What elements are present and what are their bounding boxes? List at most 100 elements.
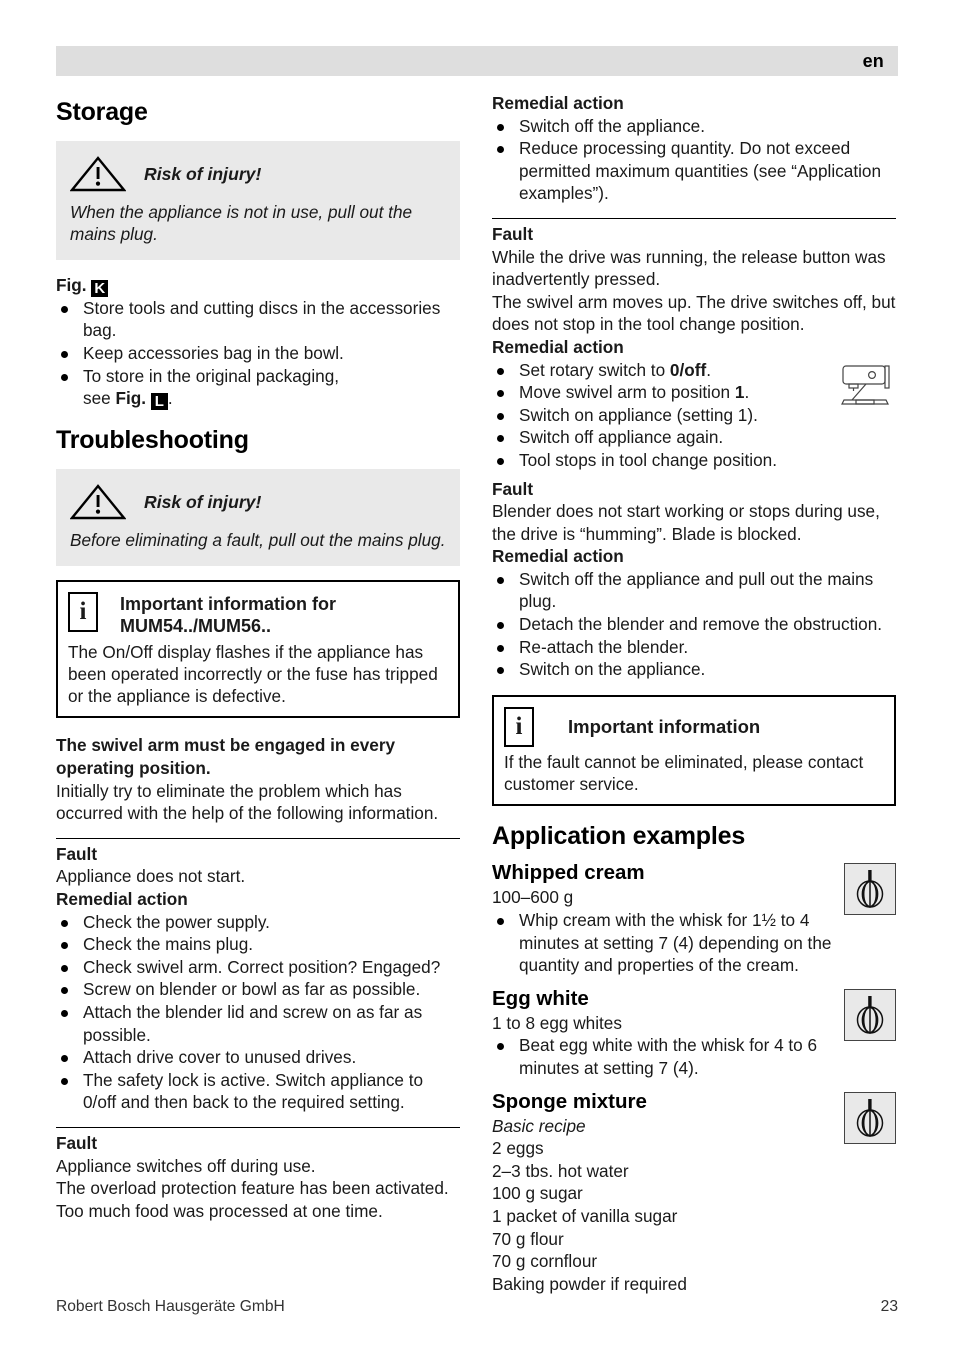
list-item: Attach drive cover to unused drives. <box>56 1046 460 1069</box>
list-item: Keep accessories bag in the bowl. <box>56 342 460 365</box>
left-column: Storage Risk of injury! When the applian… <box>56 92 460 1295</box>
fault-label-release: Fault <box>492 223 534 244</box>
page-title-storage: Storage <box>56 98 148 126</box>
info-box-title-line1: Important information for <box>120 593 336 614</box>
remedial-action-list-1: Check the power supply. Check the mains … <box>56 911 460 1114</box>
troubleshooting-warning-panel: Risk of injury! Before eliminating a fau… <box>56 469 460 566</box>
recipe-ingredient: 70 g flour <box>492 1228 564 1249</box>
fault-text-2b: The overload protection feature has been… <box>56 1178 449 1221</box>
info-box-title-line2: MUM54../MUM56.. <box>120 615 272 636</box>
recipe-ingredient: Baking powder if required <box>492 1273 687 1294</box>
list-item: Reduce processing quantity. Do not excee… <box>492 137 896 205</box>
recipe-whipped-cream: Whipped cream 100–600 g Whip cream with … <box>492 861 896 976</box>
fault-text-2: Appliance switches off during use. <box>56 1155 316 1176</box>
swivel-arm-body: Initially try to eliminate the problem w… <box>56 780 439 824</box>
list-item: Re-attach the blender. <box>492 636 896 659</box>
divider <box>492 217 896 219</box>
recipe-name-egg-white: Egg white <box>492 986 589 1010</box>
list-item: Tool stops in tool change position. <box>492 449 896 472</box>
list-item: Attach the blender lid and screw on as f… <box>56 1001 460 1046</box>
fault-text-blender: Blender does not start working or stops … <box>492 501 880 544</box>
troubleshooting-warning-header: Risk of injury! <box>70 483 446 521</box>
list-item: Switch off the appliance. <box>492 115 896 138</box>
list-item: Check the power supply. <box>56 911 460 934</box>
warning-triangle-icon <box>70 155 126 193</box>
troubleshooting-warning-body: Before eliminating a fault, pull out the… <box>70 530 446 551</box>
info-box-header: i Important information <box>504 706 882 747</box>
storage-fig-line: Fig. K <box>56 274 460 297</box>
list-item: Set rotary switch to 0/off. <box>492 359 896 382</box>
list-item: Switch on appliance (setting 1). <box>492 404 896 427</box>
storage-warning-title: Risk of injury! <box>144 163 262 184</box>
fault-text-release-2: The swivel arm moves up. The drive switc… <box>492 291 896 335</box>
info-box-header: i Important information for MUM54../MUM5… <box>68 591 446 637</box>
list-item-suffix: . <box>706 359 711 380</box>
storage-warning-body: When the appliance is not in use, pull o… <box>70 202 413 245</box>
whisk-icon <box>844 863 896 916</box>
recipe-name-whipped-cream: Whipped cream <box>492 861 645 885</box>
list-item-text: Move swivel arm to position <box>519 382 735 403</box>
list-item: Store tools and cutting discs in the acc… <box>56 297 460 342</box>
storage-fig-l-label: Fig. <box>115 388 147 409</box>
right-column: Remedial action Switch off the appliance… <box>492 92 896 1295</box>
list-item: The safety lock is active. Switch applia… <box>56 1069 460 1114</box>
document-page: en Storage Risk of injury! When the appl… <box>0 0 954 1352</box>
recipe-name-sponge-mixture: Sponge mixture <box>492 1089 647 1113</box>
footer-page-number: 23 <box>880 1298 898 1315</box>
page-footer: Robert Bosch Hausgeräte GmbH 23 <box>56 1298 898 1316</box>
info-box-body: The On/Off display flashes if the applia… <box>68 641 438 707</box>
recipe-steps-whipped-cream: Whip cream with the whisk for 1½ to 4 mi… <box>492 909 896 977</box>
list-item: Switch off the appliance and pull out th… <box>492 568 896 613</box>
list-item-text: Switch off appliance again. <box>519 427 724 448</box>
fault-label-blender: Fault <box>492 478 534 499</box>
whisk-icon-wrapper-1 <box>844 863 896 916</box>
storage-fig-l-suffix: . <box>167 388 173 409</box>
list-item: Detach the blender and remove the obstru… <box>492 613 896 636</box>
remedial-action-list-release: Set rotary switch to 0/off. Move swivel … <box>492 359 896 472</box>
two-column-body: Storage Risk of injury! When the applian… <box>56 92 898 1295</box>
page-title-application-examples: Application examples <box>492 822 746 851</box>
info-box-body: If the fault cannot be eliminated, pleas… <box>504 751 864 795</box>
warning-triangle-icon <box>70 483 126 521</box>
storage-warning-header: Risk of injury! <box>70 155 446 193</box>
page-header-bar: en <box>56 46 898 76</box>
list-item-emphasis: 0/off <box>669 359 707 380</box>
troubleshooting-warning-title: Risk of injury! <box>144 491 262 512</box>
remedial-action-label-1: Remedial action <box>56 889 188 910</box>
recipe-ingredient: 2 eggs <box>492 1138 544 1159</box>
whisk-icon <box>844 1091 896 1144</box>
storage-bullet-list: Store tools and cutting discs in the acc… <box>56 297 460 411</box>
page-title-troubleshooting: Troubleshooting <box>56 426 249 455</box>
footer-company: Robert Bosch Hausgeräte GmbH <box>56 1298 285 1315</box>
storage-warning-panel: Risk of injury! When the appliance is no… <box>56 141 460 260</box>
fault-label-2: Fault <box>56 1132 98 1153</box>
list-item: Screw on blender or bowl as far as possi… <box>56 978 460 1001</box>
recipe-sponge-mixture: Sponge mixture Basic recipe 2 eggs 2–3 t… <box>492 1090 896 1296</box>
recipe-ingredient: 1 packet of vanilla sugar <box>492 1205 678 1226</box>
list-item-text: To store in the original packaging, <box>83 365 340 386</box>
information-icon: i <box>504 706 534 747</box>
list-item-text: Set rotary switch to <box>519 359 670 380</box>
list-item: Switch off appliance again. <box>492 426 896 449</box>
info-box-title: Important information for MUM54../MUM56.… <box>120 592 336 637</box>
storage-fig-label: Fig. <box>56 274 87 295</box>
list-item-suffix: . <box>744 382 750 403</box>
list-item: Check swivel arm. Correct position? Enga… <box>56 956 460 979</box>
recipe-ingredient: 70 g cornflour <box>492 1251 598 1272</box>
info-box-title: Important information <box>568 716 761 738</box>
whisk-icon <box>844 988 896 1041</box>
important-information-box: i Important information If the fault can… <box>492 694 896 807</box>
list-item-text: Tool stops in tool change position. <box>519 449 777 470</box>
information-icon: i <box>68 591 98 632</box>
whisk-icon-wrapper-3 <box>844 1091 896 1144</box>
list-item: Move swivel arm to position 1. <box>492 381 896 404</box>
recipe-steps-egg-white: Beat egg white with the whisk for 4 to 6… <box>492 1034 896 1079</box>
language-indicator: en <box>862 50 884 71</box>
whisk-icon-wrapper-2 <box>844 988 896 1041</box>
remedial-action-label-top: Remedial action <box>492 93 624 113</box>
fault-text-1: Appliance does not start. <box>56 866 246 887</box>
list-item: Whip cream with the whisk for 1½ to 4 mi… <box>492 909 896 977</box>
fig-marker-l-icon: L <box>150 393 168 411</box>
recipe-ingredient: 2–3 tbs. hot water <box>492 1160 629 1181</box>
recipe-quantity-egg-white: 1 to 8 egg whites <box>492 1012 622 1033</box>
